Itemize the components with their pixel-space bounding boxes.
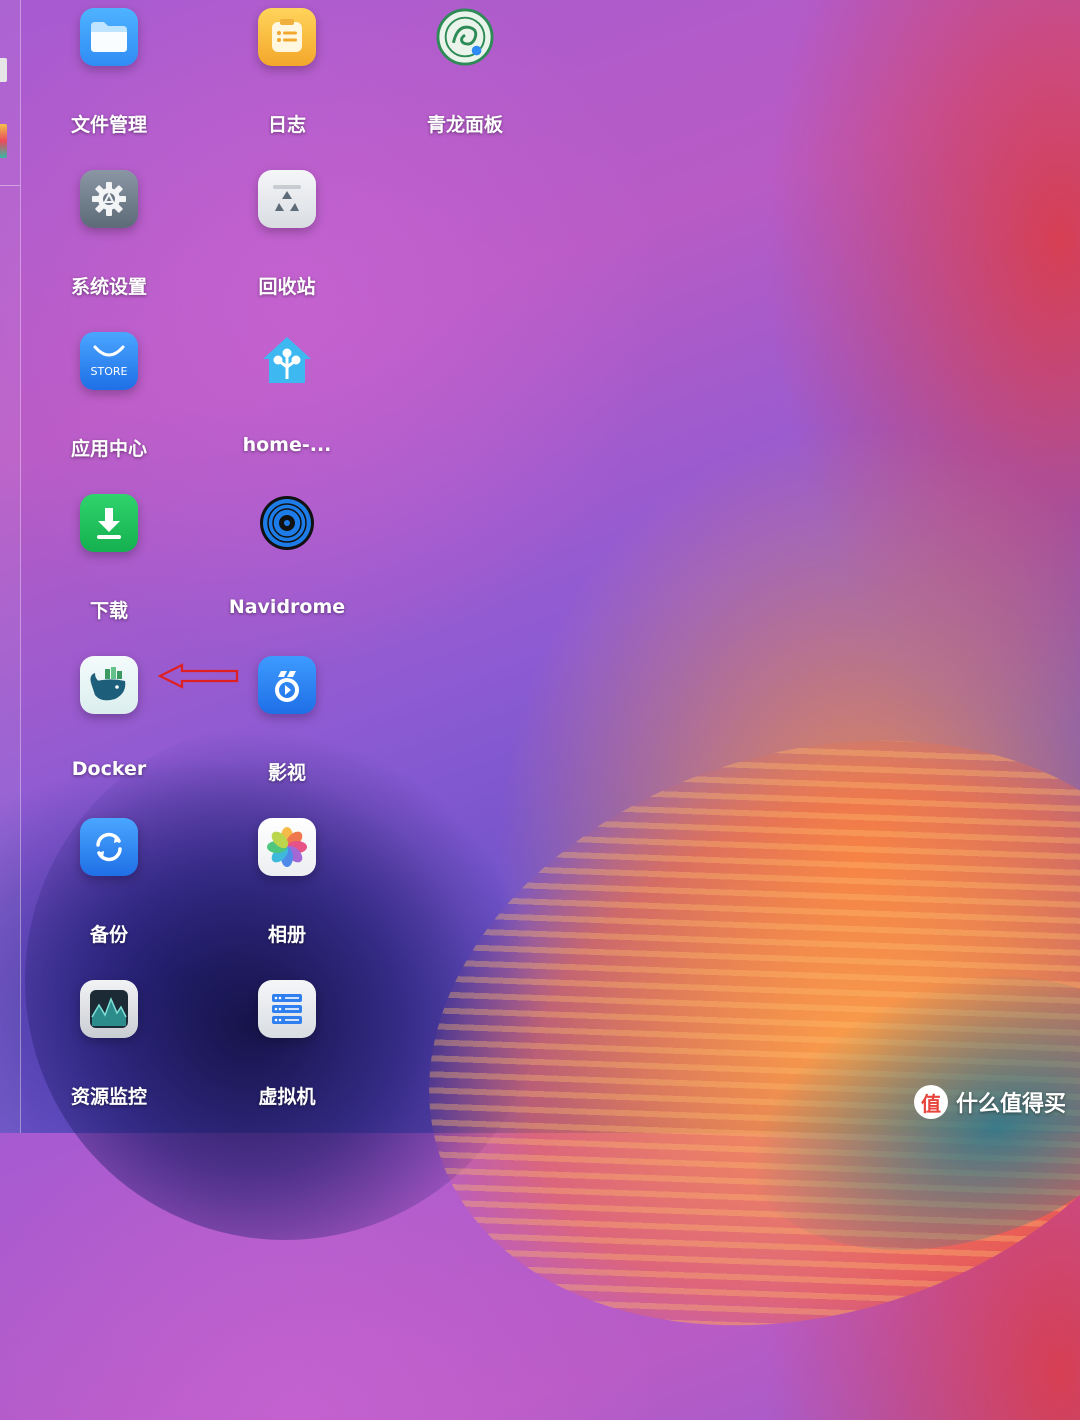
app-backup[interactable]: 备份 [40, 810, 180, 960]
server-rack-icon [258, 980, 316, 1038]
store-icon-text: STORE [90, 364, 128, 378]
folder-icon [80, 8, 138, 66]
app-label: 系统设置 [70, 276, 147, 298]
side-rail [0, 0, 21, 1133]
app-label: 青龙面板 [426, 114, 503, 136]
app-qinglong[interactable]: 青龙面板 [396, 0, 536, 150]
app-home-assistant[interactable]: home-... [218, 324, 358, 474]
app-recycle[interactable]: 回收站 [218, 162, 358, 312]
app-file-manager[interactable]: 文件管理 [40, 0, 180, 150]
app-label: 应用中心 [70, 438, 147, 460]
app-photos[interactable]: 相册 [218, 810, 358, 960]
video-play-icon [258, 656, 316, 714]
activity-monitor-icon [80, 980, 138, 1038]
rail-widget-handle[interactable] [0, 58, 7, 82]
app-center[interactable]: STORE 应用中心 [40, 324, 180, 474]
dragon-logo-icon [436, 8, 494, 66]
red-arrow-annotation [158, 663, 239, 689]
app-label: 下载 [89, 600, 128, 622]
app-label: 日志 [267, 114, 306, 136]
docker-whale-icon [80, 656, 138, 714]
app-label: Docker [71, 758, 147, 780]
download-icon [80, 494, 138, 552]
watermark-logo-icon: 值 [913, 1085, 948, 1119]
store-bag-icon: STORE [80, 332, 138, 390]
app-settings[interactable]: 系统设置 [40, 162, 180, 312]
app-label: 影视 [267, 762, 306, 784]
watermark-text: 什么值得买 [955, 1092, 1066, 1117]
rail-divider [0, 185, 20, 186]
app-label: 虚拟机 [258, 1086, 316, 1108]
home-assistant-icon [258, 332, 316, 390]
recycle-bin-icon [258, 170, 316, 228]
app-label: 相册 [267, 924, 306, 946]
site-watermark: 值 什么值得买 [913, 1085, 1066, 1119]
app-monitor[interactable]: 资源监控 [40, 972, 180, 1122]
app-label: 回收站 [258, 276, 316, 298]
app-label: Navidrome [228, 596, 346, 618]
app-navidrome[interactable]: Navidrome [218, 486, 358, 636]
app-label: 资源监控 [70, 1086, 147, 1108]
app-label: 备份 [89, 924, 128, 946]
gear-icon [80, 170, 138, 228]
app-log[interactable]: 日志 [218, 0, 358, 150]
app-vm[interactable]: 虚拟机 [218, 972, 358, 1122]
app-label: 文件管理 [70, 114, 147, 136]
app-label: home-... [242, 434, 332, 456]
vinyl-record-icon [258, 494, 316, 552]
notepad-icon [258, 8, 316, 66]
sync-icon [80, 818, 138, 876]
photos-flower-icon [258, 818, 316, 876]
rail-widget-colorful[interactable] [0, 124, 7, 158]
app-download[interactable]: 下载 [40, 486, 180, 636]
